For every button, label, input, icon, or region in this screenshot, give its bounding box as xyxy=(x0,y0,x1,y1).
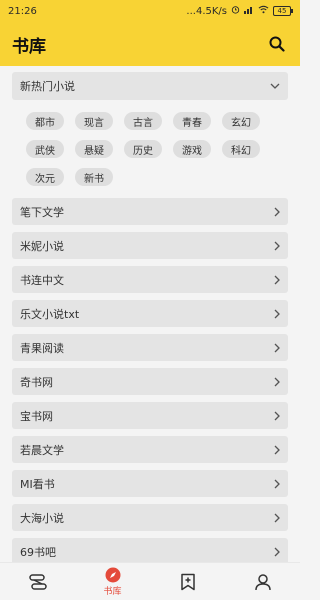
status-icons: ...4.5K/s 45 xyxy=(186,5,293,17)
list-item-label: 青果阅读 xyxy=(20,341,64,355)
bottom-nav: 书库 xyxy=(0,562,300,600)
page-title: 书库 xyxy=(12,36,46,57)
bookmark-add-icon xyxy=(180,573,195,590)
chevron-right-icon xyxy=(274,479,280,489)
genre-tags: 都市 现言 古言 青春 玄幻 武侠 悬疑 历史 游戏 科幻 次元 新书 xyxy=(12,100,288,186)
list-item[interactable]: 若晨文学 xyxy=(12,436,288,463)
genre-tag[interactable]: 现言 xyxy=(75,112,113,130)
list-item[interactable]: 奇书网 xyxy=(12,368,288,395)
battery-icon: 45 xyxy=(273,6,293,16)
nav-bookshelf[interactable] xyxy=(13,563,63,600)
list-item-label: 书连中文 xyxy=(20,273,64,287)
chevron-right-icon xyxy=(274,513,280,523)
chevron-right-icon xyxy=(274,343,280,353)
genre-tag[interactable]: 玄幻 xyxy=(222,112,260,130)
genre-tag[interactable]: 历史 xyxy=(124,140,162,158)
genre-tag[interactable]: 科幻 xyxy=(222,140,260,158)
section-title: 新热门小说 xyxy=(20,80,75,93)
list-item-label: 笔下文学 xyxy=(20,205,64,219)
genre-tag[interactable]: 次元 xyxy=(26,168,64,186)
list-item[interactable]: 乐文小说txt xyxy=(12,300,288,327)
list-item[interactable]: 大海小说 xyxy=(12,504,288,531)
chevron-right-icon xyxy=(274,207,280,217)
alarm-icon xyxy=(231,5,240,17)
genre-tag[interactable]: 新书 xyxy=(75,168,113,186)
status-bar: 21:26 ...4.5K/s 45 xyxy=(0,0,300,22)
signal-icon xyxy=(244,5,254,17)
chevron-right-icon xyxy=(274,241,280,251)
genre-tag[interactable]: 都市 xyxy=(26,112,64,130)
list-item[interactable]: 米妮小说 xyxy=(12,232,288,259)
compass-icon xyxy=(105,567,120,582)
list-item-label: MI看书 xyxy=(20,477,55,491)
nav-bookmark[interactable] xyxy=(163,563,213,600)
list-item[interactable]: 宝书网 xyxy=(12,402,288,429)
main-content: 新热门小说 都市 现言 古言 青春 玄幻 武侠 悬疑 历史 游戏 科幻 次元 新… xyxy=(0,66,300,562)
user-icon xyxy=(254,573,271,590)
nav-library[interactable]: 书库 xyxy=(88,563,138,600)
section-header-hot-novels[interactable]: 新热门小说 xyxy=(12,72,288,100)
list-item-label: 米妮小说 xyxy=(20,239,64,253)
chevron-right-icon xyxy=(274,547,280,557)
chevron-right-icon xyxy=(274,275,280,285)
chevron-down-icon xyxy=(270,83,280,90)
status-time: 21:26 xyxy=(8,5,37,17)
list-item-label: 奇书网 xyxy=(20,375,53,389)
top-bar: 21:26 ...4.5K/s 45 书库 xyxy=(0,0,300,66)
list-item[interactable]: MI看书 xyxy=(12,470,288,497)
list-item[interactable]: 书连中文 xyxy=(12,266,288,293)
chevron-right-icon xyxy=(274,377,280,387)
chevron-right-icon xyxy=(274,411,280,421)
list-item-label: 大海小说 xyxy=(20,511,64,525)
wifi-icon xyxy=(258,5,269,17)
list-item[interactable]: 青果阅读 xyxy=(12,334,288,361)
source-list: 笔下文学 米妮小说 书连中文 乐文小说txt 青果阅读 奇书网 宝书网 若晨文学… xyxy=(12,198,288,562)
genre-tag[interactable]: 游戏 xyxy=(173,140,211,158)
bookshelf-icon xyxy=(28,573,47,590)
list-item[interactable]: 69书吧 xyxy=(12,538,288,562)
genre-tag[interactable]: 武侠 xyxy=(26,140,64,158)
genre-tag[interactable]: 悬疑 xyxy=(75,140,113,158)
list-item-label: 69书吧 xyxy=(20,545,56,559)
search-icon xyxy=(269,36,285,52)
genre-tag[interactable]: 青春 xyxy=(173,112,211,130)
chevron-right-icon xyxy=(274,309,280,319)
list-item-label: 宝书网 xyxy=(20,409,53,423)
chevron-right-icon xyxy=(274,445,280,455)
list-item-label: 乐文小说txt xyxy=(20,307,80,321)
nav-library-label: 书库 xyxy=(103,586,122,597)
nav-profile[interactable] xyxy=(238,563,288,600)
search-button[interactable] xyxy=(266,33,288,55)
net-speed: ...4.5K/s xyxy=(186,5,227,17)
list-item[interactable]: 笔下文学 xyxy=(12,198,288,225)
genre-tag[interactable]: 古言 xyxy=(124,112,162,130)
app-bar: 书库 xyxy=(0,22,300,66)
list-item-label: 若晨文学 xyxy=(20,443,64,457)
